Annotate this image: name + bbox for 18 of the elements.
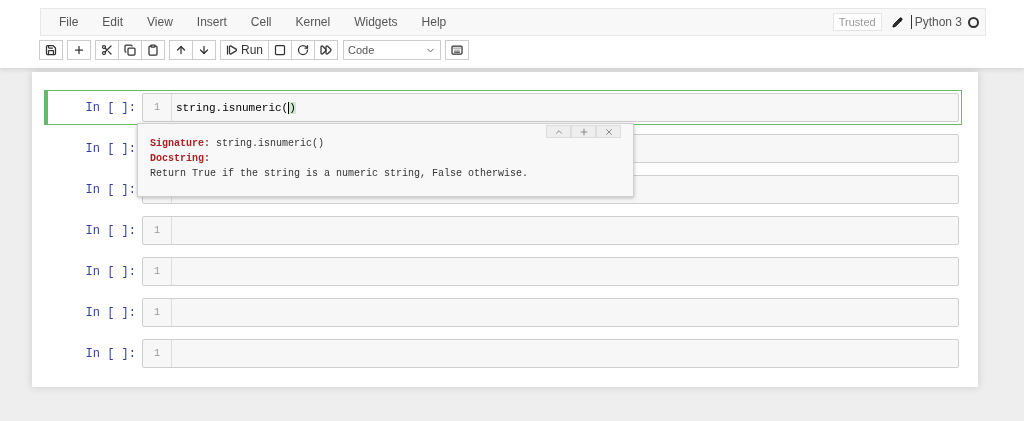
code-text: string.isnumeric( [175,101,289,114]
matched-bracket: ) [288,101,296,114]
cell-prompt: In [ ]: [84,346,137,361]
line-number: 1 [154,225,160,236]
cell-prompt: In [ ]: [84,305,137,320]
docstring-text: Return True if the string is a numeric string, False otherwise. [150,167,530,181]
cell-prompt: In [ ]: [84,182,137,197]
docstring-label: Docstring: [150,152,211,166]
line-number: 1 [154,348,160,359]
cell-prompt: In [ ]: [84,223,137,238]
cell-prompt: In [ ]: [84,100,137,115]
line-number: 1 [154,102,160,113]
kernel-name: Python 3 [910,15,962,29]
cell-prompt: In [ ]: [84,141,137,156]
line-number: 1 [154,307,160,318]
cell-prompt: In [ ]: [84,264,137,279]
line-number: 1 [154,266,160,277]
signature-text: Signature: string.isnumeric() [150,137,326,151]
